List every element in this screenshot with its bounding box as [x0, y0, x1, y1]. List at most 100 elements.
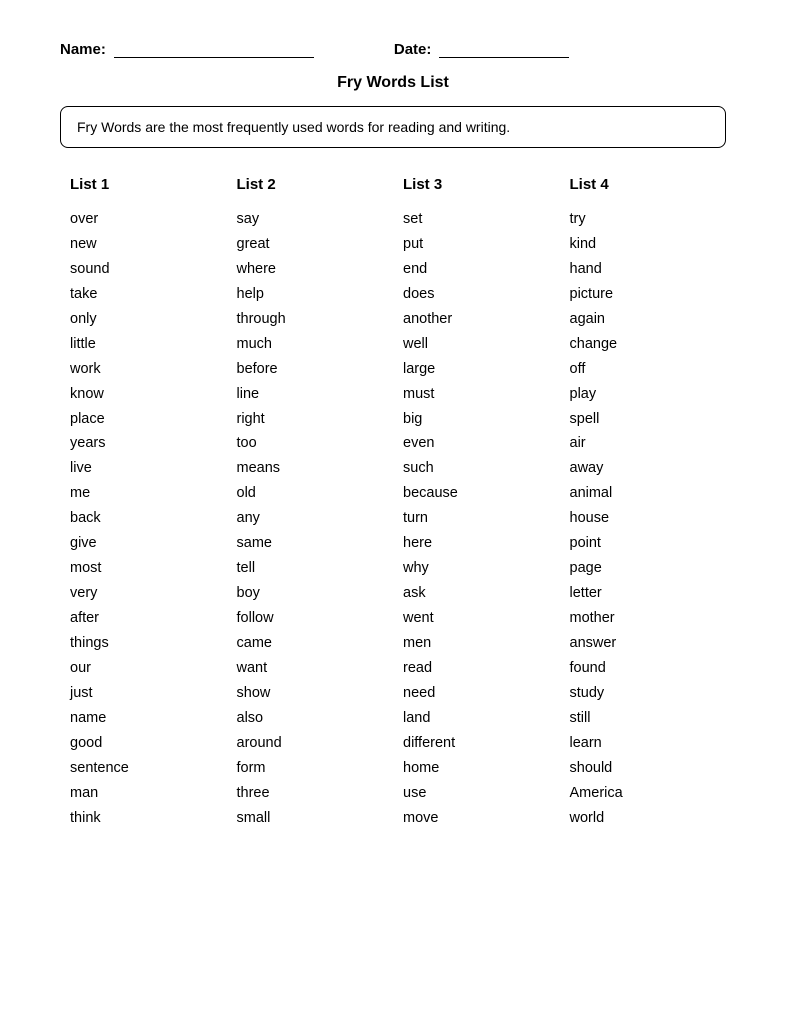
list-item: mother: [570, 606, 717, 631]
name-field: Name:: [60, 40, 314, 58]
list-item: need: [403, 681, 550, 706]
list-item: spell: [570, 407, 717, 432]
date-field: Date:: [394, 40, 570, 58]
list-1-header: List 1: [70, 176, 217, 193]
list-item: turn: [403, 506, 550, 531]
list-column-4: List 4trykindhandpictureagainchangeoffpl…: [560, 176, 727, 830]
list-item: men: [403, 631, 550, 656]
list-item: use: [403, 781, 550, 806]
list-item: me: [70, 481, 217, 506]
date-input-line: [439, 40, 569, 58]
list-item: letter: [570, 581, 717, 606]
list-item: read: [403, 656, 550, 681]
list-item: where: [237, 257, 384, 282]
list-item: show: [237, 681, 384, 706]
list-item: follow: [237, 606, 384, 631]
list-item: kind: [570, 232, 717, 257]
list-item: too: [237, 431, 384, 456]
list-item: big: [403, 407, 550, 432]
list-item: right: [237, 407, 384, 432]
list-item: such: [403, 456, 550, 481]
list-item: sentence: [70, 756, 217, 781]
list-item: years: [70, 431, 217, 456]
list-item: why: [403, 556, 550, 581]
list-item: through: [237, 307, 384, 332]
list-item: good: [70, 731, 217, 756]
list-item: found: [570, 656, 717, 681]
list-item: world: [570, 806, 717, 831]
list-item: large: [403, 357, 550, 382]
list-item: great: [237, 232, 384, 257]
list-item: study: [570, 681, 717, 706]
list-item: work: [70, 357, 217, 382]
list-item: before: [237, 357, 384, 382]
list-column-1: List 1overnewsoundtakeonlylittleworkknow…: [60, 176, 227, 830]
list-item: help: [237, 282, 384, 307]
list-item: take: [70, 282, 217, 307]
list-item: America: [570, 781, 717, 806]
list-item: picture: [570, 282, 717, 307]
list-item: animal: [570, 481, 717, 506]
list-item: because: [403, 481, 550, 506]
list-item: old: [237, 481, 384, 506]
list-item: very: [70, 581, 217, 606]
list-column-2: List 2saygreatwherehelpthroughmuchbefore…: [227, 176, 394, 830]
list-item: house: [570, 506, 717, 531]
list-item: even: [403, 431, 550, 456]
list-item: move: [403, 806, 550, 831]
list-item: only: [70, 307, 217, 332]
list-item: again: [570, 307, 717, 332]
list-item: learn: [570, 731, 717, 756]
list-item: three: [237, 781, 384, 806]
header-row: Name: Date:: [60, 40, 726, 58]
list-item: give: [70, 531, 217, 556]
list-item: same: [237, 531, 384, 556]
list-item: air: [570, 431, 717, 456]
list-item: know: [70, 382, 217, 407]
list-item: page: [570, 556, 717, 581]
list-column-3: List 3setputenddoesanotherwelllargemustb…: [393, 176, 560, 830]
list-item: think: [70, 806, 217, 831]
list-item: around: [237, 731, 384, 756]
list-item: our: [70, 656, 217, 681]
list-item: boy: [237, 581, 384, 606]
list-item: new: [70, 232, 217, 257]
list-item: also: [237, 706, 384, 731]
list-item: put: [403, 232, 550, 257]
list-item: name: [70, 706, 217, 731]
list-item: off: [570, 357, 717, 382]
list-item: man: [70, 781, 217, 806]
word-lists: List 1overnewsoundtakeonlylittleworkknow…: [60, 176, 726, 830]
list-item: here: [403, 531, 550, 556]
list-item: another: [403, 307, 550, 332]
list-item: still: [570, 706, 717, 731]
list-item: set: [403, 207, 550, 232]
list-item: home: [403, 756, 550, 781]
list-item: line: [237, 382, 384, 407]
list-item: small: [237, 806, 384, 831]
list-item: end: [403, 257, 550, 282]
list-item: just: [70, 681, 217, 706]
page-title: Fry Words List: [60, 74, 726, 92]
list-item: land: [403, 706, 550, 731]
list-4-header: List 4: [570, 176, 717, 193]
list-item: try: [570, 207, 717, 232]
list-item: most: [70, 556, 217, 581]
list-item: after: [70, 606, 217, 631]
list-item: different: [403, 731, 550, 756]
list-item: must: [403, 382, 550, 407]
list-item: want: [237, 656, 384, 681]
description-box: Fry Words are the most frequently used w…: [60, 106, 726, 148]
list-item: tell: [237, 556, 384, 581]
list-item: should: [570, 756, 717, 781]
list-item: little: [70, 332, 217, 357]
list-2-header: List 2: [237, 176, 384, 193]
name-input-line: [114, 40, 314, 58]
list-item: point: [570, 531, 717, 556]
list-item: well: [403, 332, 550, 357]
list-item: means: [237, 456, 384, 481]
list-item: play: [570, 382, 717, 407]
list-3-header: List 3: [403, 176, 550, 193]
list-item: sound: [70, 257, 217, 282]
list-item: change: [570, 332, 717, 357]
